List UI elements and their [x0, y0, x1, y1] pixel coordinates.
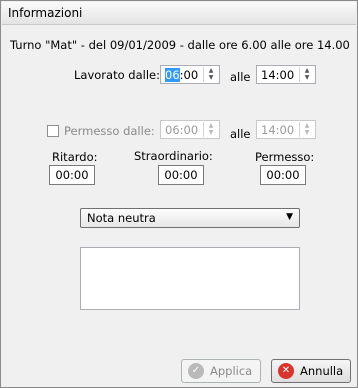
spin-up-icon[interactable]: ▲ [204, 122, 218, 129]
cancel-button-label: Annulla [300, 364, 344, 378]
worked-from-spinner[interactable]: ▲ ▼ [203, 67, 218, 82]
worked-from-hour-selection: 06 [165, 68, 180, 82]
permit-from-value: 06:00 [165, 123, 199, 137]
note-type-select[interactable]: Nota neutra ▼ [80, 208, 300, 228]
title-bar[interactable]: Informazioni [2, 2, 356, 25]
spin-up-icon[interactable]: ▲ [204, 67, 218, 74]
worked-from-time-input[interactable]: 06:00 ▲ ▼ [160, 65, 220, 84]
permit-from-spinner[interactable]: ▲ ▼ [203, 122, 218, 137]
spin-up-icon[interactable]: ▲ [300, 67, 314, 74]
spin-down-icon[interactable]: ▼ [204, 129, 218, 136]
permit-total-label: Permesso: [255, 150, 315, 164]
x-circle-icon: ✕ [278, 363, 294, 379]
permit-total-field[interactable]: 00:00 [260, 165, 306, 185]
permit-to-time-input[interactable]: 14:00 ▲ ▼ [256, 120, 316, 139]
note-textarea[interactable] [80, 247, 300, 310]
worked-from-label: Lavorato dalle: [74, 68, 160, 82]
worked-to-time-input[interactable]: 14:00 ▲ ▼ [256, 65, 316, 84]
delay-field[interactable]: 00:00 [49, 165, 95, 185]
window-title: Informazioni [8, 6, 83, 20]
permit-to-spinner[interactable]: ▲ ▼ [299, 122, 314, 137]
worked-to-value: 14:00 [261, 68, 295, 82]
permit-from-label: Permesso dalle: [64, 124, 155, 138]
note-type-value: Nota neutra [87, 211, 156, 225]
spin-up-icon[interactable]: ▲ [300, 122, 314, 129]
apply-button-label: Applica [210, 364, 253, 378]
spin-down-icon[interactable]: ▼ [300, 129, 314, 136]
dialog-window: Informazioni Turno "Mat" - del 09/01/200… [0, 0, 358, 388]
cancel-button[interactable]: ✕ Annulla [271, 359, 351, 383]
spin-down-icon[interactable]: ▼ [300, 74, 314, 81]
check-circle-icon: ✓ [188, 363, 204, 379]
permit-checkbox[interactable] [47, 125, 59, 137]
permit-from-time-input[interactable]: 06:00 ▲ ▼ [160, 120, 220, 139]
overtime-label: Straordinario: [134, 149, 213, 163]
apply-button[interactable]: ✓ Applica [181, 359, 261, 383]
worked-from-minutes: :00 [179, 68, 199, 82]
worked-to-spinner[interactable]: ▲ ▼ [299, 67, 314, 82]
shift-summary: Turno "Mat" - del 09/01/2009 - dalle ore… [10, 38, 350, 52]
overtime-field[interactable]: 00:00 [158, 165, 204, 185]
worked-to-label: alle [230, 70, 251, 84]
permit-to-value: 14:00 [261, 123, 295, 137]
spin-down-icon[interactable]: ▼ [204, 74, 218, 81]
dropdown-arrow-icon: ▼ [286, 212, 293, 222]
permit-to-label: alle [230, 127, 251, 141]
delay-label: Ritardo: [52, 150, 98, 164]
